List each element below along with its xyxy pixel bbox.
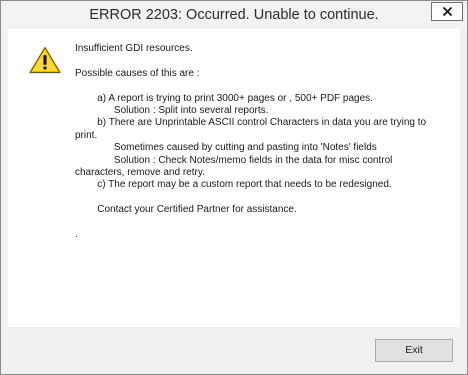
warning-icon <box>29 46 61 74</box>
error-dialog: ERROR 2203: Occurred. Unable to continue… <box>0 0 468 375</box>
title-bar[interactable]: ERROR 2203: Occurred. Unable to continue… <box>1 1 467 29</box>
dialog-title: ERROR 2203: Occurred. Unable to continue… <box>89 7 379 23</box>
error-message: Insufficient GDI resources. Possible cau… <box>75 43 427 241</box>
close-icon <box>442 6 452 17</box>
exit-button[interactable]: Exit <box>375 339 453 362</box>
close-button[interactable] <box>431 2 463 21</box>
